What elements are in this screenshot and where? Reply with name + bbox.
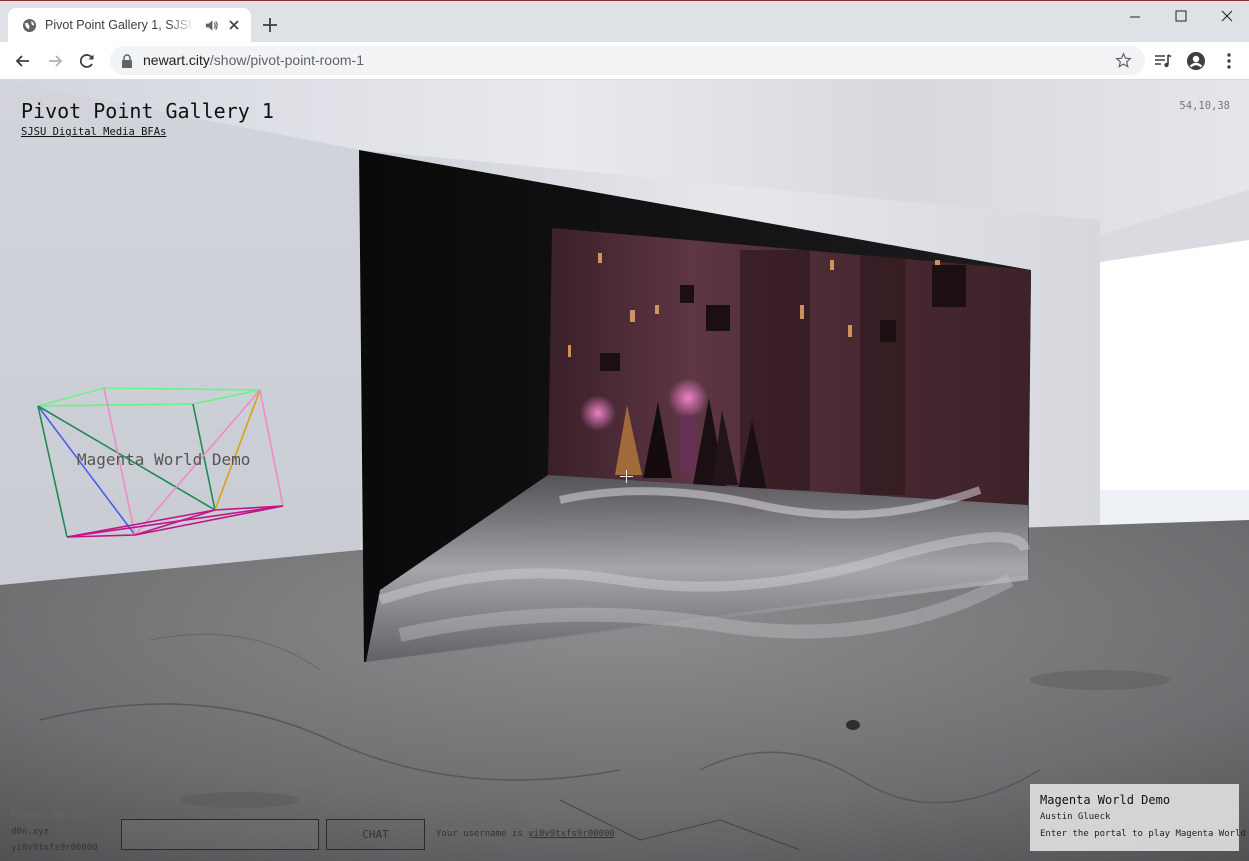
page-title: Pivot Point Gallery 1 <box>21 99 274 123</box>
crosshair-icon <box>620 470 633 483</box>
gallery-3d-viewport[interactable]: Pivot Point Gallery 1 SJSU Digital Media… <box>0 80 1249 861</box>
chat-input[interactable] <box>121 819 319 850</box>
lock-icon[interactable] <box>121 54 133 68</box>
back-arrow-icon[interactable] <box>13 51 33 71</box>
speaker-icon[interactable] <box>204 18 219 33</box>
bookmark-star-icon[interactable] <box>1115 52 1132 69</box>
left-wall <box>0 80 360 585</box>
bright-doorway <box>1100 237 1249 525</box>
artwork-title: Magenta World Demo <box>1040 793 1171 807</box>
tab-close-icon[interactable] <box>226 17 242 33</box>
coordinates-readout: 54,10,38 <box>1179 100 1230 112</box>
chat-button[interactable]: CHAT <box>326 819 425 850</box>
reload-icon[interactable] <box>77 51 97 71</box>
friend-name: yi8v9txfs9r00000 <box>11 843 98 853</box>
portal-label: Magenta World Demo <box>77 450 251 469</box>
profile-avatar-icon[interactable] <box>1186 51 1206 71</box>
show-subtitle-link[interactable]: SJSU Digital Media BFAs <box>21 126 166 138</box>
username-link[interactable]: yi8v9txfs9r00000 <box>528 829 615 839</box>
friends-online-header: Friends Online <box>11 811 87 821</box>
new-tab-icon[interactable] <box>261 16 279 34</box>
maximize-icon[interactable] <box>1158 7 1204 27</box>
browser-toolbar: newart.city/show/pivot-point-room-1 <box>0 42 1249 80</box>
username-line: Your username is yi8v9txfs9r00000 <box>436 829 615 839</box>
artwork-info-card: Magenta World Demo Austin Glueck Enter t… <box>1030 784 1246 851</box>
window-close-icon[interactable] <box>1204 7 1249 27</box>
username-prefix: Your username is <box>436 829 523 839</box>
media-controls-icon[interactable] <box>1153 51 1173 71</box>
friends-online-list: Friends Online d0n.xyz yi8v9txfs9r00000 <box>11 808 98 856</box>
artwork-author: Austin Glueck <box>1040 812 1111 822</box>
friend-name: d0n.xyz <box>11 827 49 837</box>
more-menu-icon[interactable] <box>1219 51 1239 71</box>
browser-tab-strip: Pivot Point Gallery 1, SJSU Digital Medi… <box>0 0 1249 43</box>
url-text: newart.city/show/pivot-point-room-1 <box>143 52 364 68</box>
forward-arrow-icon[interactable] <box>45 51 65 71</box>
browser-tab[interactable]: Pivot Point Gallery 1, SJSU Digital Medi… <box>8 8 251 43</box>
address-bar[interactable]: newart.city/show/pivot-point-room-1 <box>110 46 1145 75</box>
artwork-description: Enter the portal to play Magenta World <box>1040 829 1246 839</box>
globe-icon <box>22 18 37 33</box>
minimize-icon[interactable] <box>1112 7 1158 27</box>
